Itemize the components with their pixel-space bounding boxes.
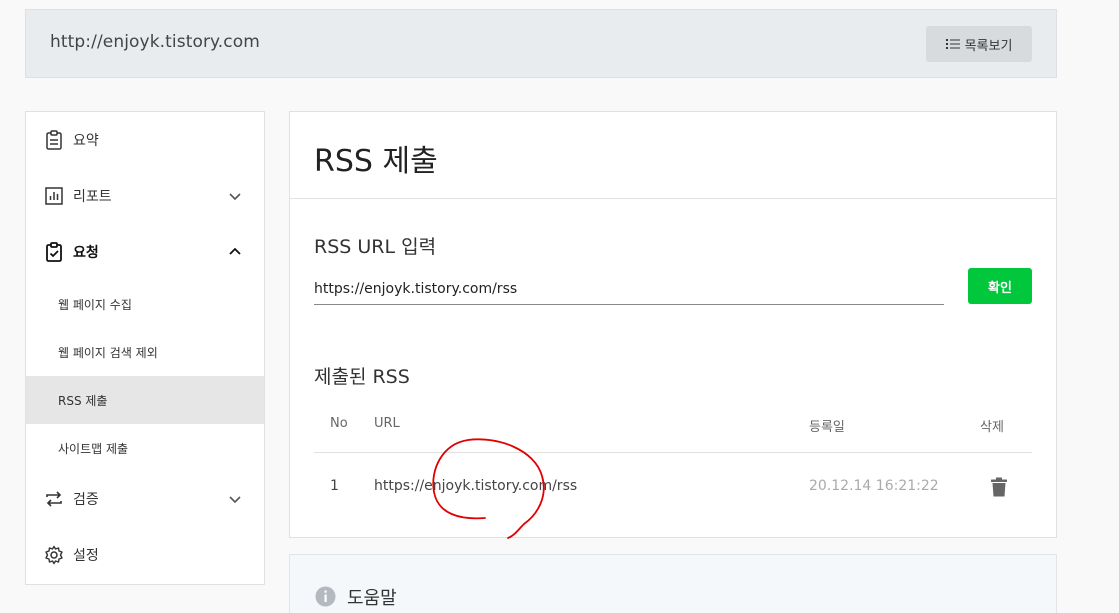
submitted-rss-label: 제출된 RSS (314, 366, 410, 388)
sidebar-item-settings[interactable]: 설정 (26, 531, 264, 579)
sidebar-subitem-label: 웹 페이지 검색 제외 (58, 345, 158, 360)
sidebar-item-label: 검증 (73, 492, 99, 508)
row-no: 1 (330, 478, 339, 494)
column-header-url: URL (374, 416, 400, 431)
sidebar-subitem-web-collect[interactable]: 웹 페이지 수집 (26, 280, 264, 328)
list-view-label: 목록보기 (964, 38, 1013, 54)
sidebar: 요약 리포트 요청 웹 페이지 수집 웹 페이지 검색 제외 RSS 제출 사이… (25, 111, 265, 585)
sidebar-item-request[interactable]: 요청 (26, 228, 264, 276)
sidebar-item-label: 리포트 (73, 189, 112, 205)
column-header-date: 등록일 (809, 420, 845, 435)
clipboard-check-icon (46, 242, 62, 262)
column-header-delete: 삭제 (980, 420, 1004, 435)
list-view-button[interactable]: 목록보기 (926, 26, 1032, 62)
help-title: 도움말 (347, 588, 397, 609)
row-url: https://enjoyk.tistory.com/rss (374, 478, 578, 494)
info-icon (315, 586, 336, 607)
table-header-divider (314, 452, 1032, 453)
repeat-icon (46, 491, 62, 507)
rss-submit-panel: RSS 제출 RSS URL 입력 확인 제출된 RSS No URL 등록일 … (289, 111, 1057, 538)
bar-chart-icon (45, 187, 63, 205)
column-header-no: No (330, 416, 348, 431)
chevron-up-icon (229, 247, 241, 255)
page-title: RSS 제출 (314, 144, 438, 179)
title-divider (290, 198, 1056, 199)
sidebar-subitem-web-exclude[interactable]: 웹 페이지 검색 제외 (26, 328, 264, 376)
sidebar-item-report[interactable]: 리포트 (26, 172, 264, 220)
sidebar-subitem-rss-submit[interactable]: RSS 제출 (26, 376, 264, 424)
sidebar-subitem-label: RSS 제출 (58, 393, 108, 408)
site-url: http://enjoyk.tistory.com (50, 32, 260, 52)
sidebar-item-label: 요청 (73, 245, 99, 261)
sidebar-item-label: 요약 (73, 133, 99, 149)
rss-url-input[interactable] (314, 273, 944, 305)
row-date: 20.12.14 16:21:22 (809, 478, 939, 494)
list-icon (945, 39, 960, 49)
sidebar-subitem-label: 웹 페이지 수집 (58, 297, 132, 312)
trash-icon[interactable] (990, 477, 1008, 497)
sidebar-item-summary[interactable]: 요약 (26, 116, 264, 164)
sidebar-item-verify[interactable]: 검증 (26, 475, 264, 523)
sidebar-item-label: 설정 (73, 548, 99, 564)
site-bar: http://enjoyk.tistory.com 목록보기 (25, 9, 1057, 78)
sidebar-subitem-label: 사이트맵 제출 (58, 441, 129, 456)
sidebar-subitem-sitemap-submit[interactable]: 사이트맵 제출 (26, 424, 264, 472)
confirm-button[interactable]: 확인 (968, 268, 1032, 304)
rss-url-label: RSS URL 입력 (314, 236, 437, 258)
help-section: 도움말 (289, 554, 1057, 613)
gear-icon (45, 545, 63, 565)
clipboard-icon (46, 130, 62, 150)
chevron-down-icon (229, 496, 241, 504)
chevron-down-icon (229, 193, 241, 201)
